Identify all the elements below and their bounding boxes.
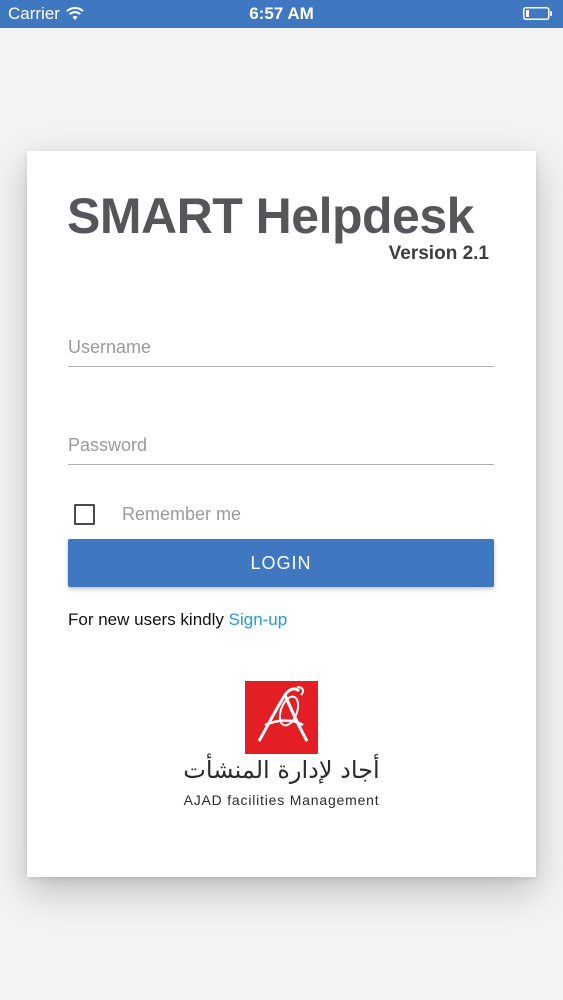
signup-prompt: For new users kindly [68,610,224,629]
remember-me-checkbox[interactable] [74,504,95,525]
company-name-english: AJAD facilities Management [183,792,380,808]
status-time: 6:57 AM [249,4,314,23]
login-button[interactable]: LOGIN [68,539,494,587]
signup-line: For new users kindly Sign-up [68,610,287,630]
login-card: SMART Helpdesk Version 2.1 Remember me L… [27,151,536,877]
password-field[interactable] [68,435,494,465]
remember-me-label: Remember me [122,504,242,524]
battery-icon [523,7,552,20]
status-bar: Carrier 6:57 AM [0,0,563,28]
signup-link[interactable]: Sign-up [229,610,288,629]
username-field[interactable] [68,337,494,367]
company-name-arabic: أجاد لإدارة المنشأت [183,756,380,784]
remember-me-row: Remember me [74,504,241,525]
app-title: SMART Helpdesk [67,188,474,244]
ajad-logo-icon [245,681,318,754]
version-label: Version 2.1 [388,243,489,264]
